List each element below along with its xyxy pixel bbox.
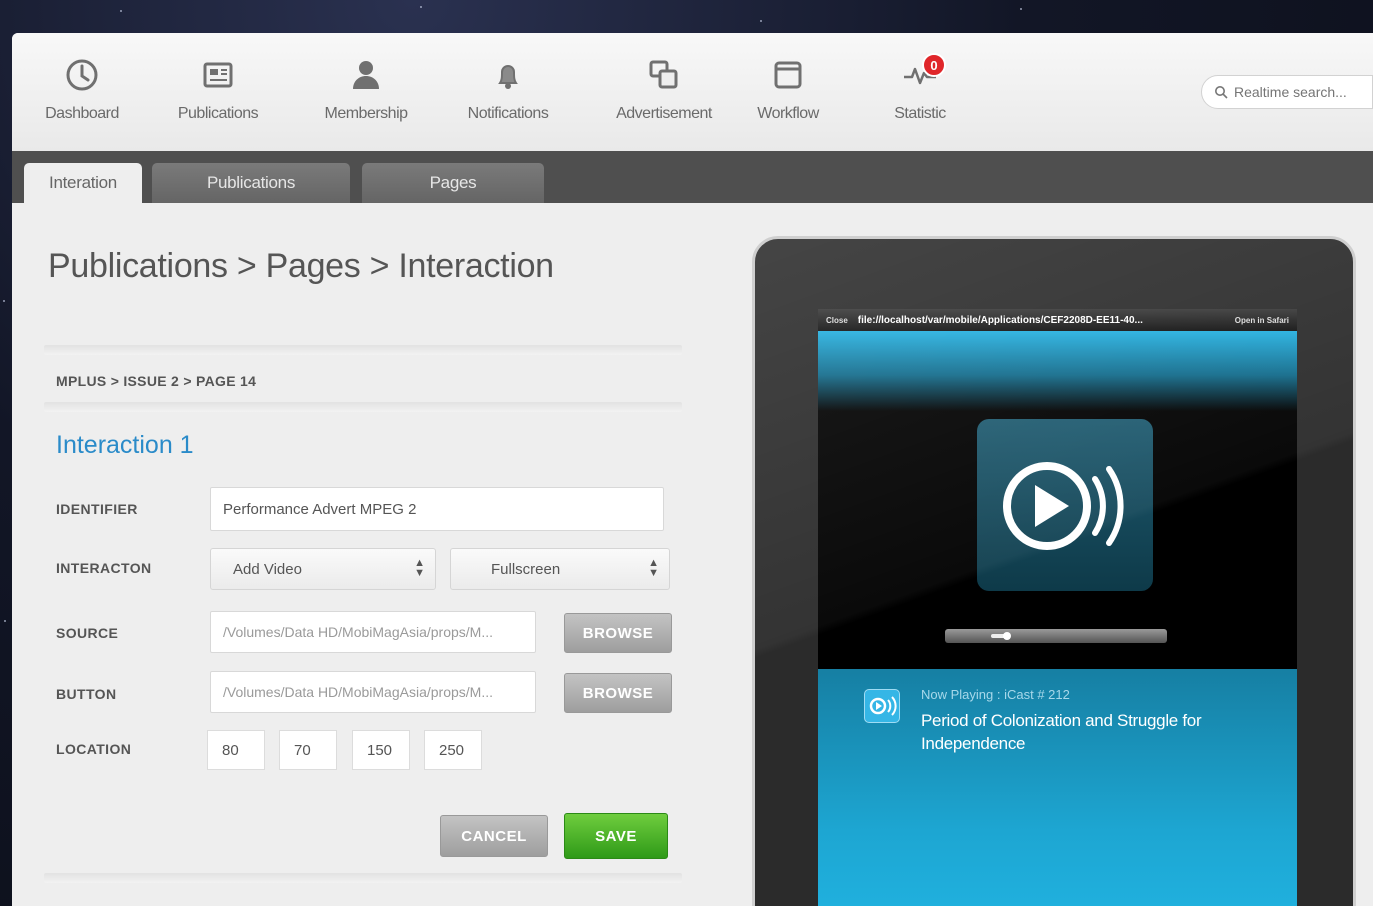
toolbar-item-workflow[interactable]: Workflow <box>746 55 830 123</box>
divider <box>44 873 682 883</box>
search-input[interactable] <box>1234 84 1364 100</box>
interaction-mode-value: Fullscreen <box>491 560 561 578</box>
cancel-button[interactable]: CANCEL <box>440 815 548 857</box>
tab-interation[interactable]: Interation <box>24 163 142 203</box>
divider <box>44 402 682 412</box>
location-label: LOCATION <box>56 741 132 757</box>
browser-url-bar: Close file://localhost/var/mobile/Applic… <box>818 309 1297 331</box>
toolbar-label: Workflow <box>757 105 819 122</box>
tab-publications[interactable]: Publications <box>152 163 350 203</box>
star <box>1020 8 1022 10</box>
audio-icon <box>864 689 900 723</box>
interaction-label: INTERACTON <box>56 560 152 576</box>
window-icon <box>768 55 808 95</box>
star <box>120 10 122 12</box>
toolbar-label: Advertisement <box>616 105 712 122</box>
url-text: file://localhost/var/mobile/Applications… <box>857 314 1143 326</box>
button-field[interactable]: /Volumes/Data HD/MobiMagAsia/props/M... <box>210 671 536 713</box>
toolbar-item-publications[interactable]: Publications <box>170 55 266 123</box>
now-playing-title: Period of Colonization and Struggle for … <box>921 711 1202 753</box>
app-window: Dashboard Publications Membership Notifi… <box>12 33 1373 906</box>
tab-pages[interactable]: Pages <box>362 163 544 203</box>
interaction-type-value: Add Video <box>233 560 302 578</box>
progress-handle[interactable] <box>1003 632 1011 640</box>
identifier-label: IDENTIFIER <box>56 501 138 517</box>
toolbar-label: Statistic <box>894 105 946 122</box>
video-progress-bar[interactable] <box>945 629 1167 643</box>
now-playing-panel: Now Playing : iCast # 212 Period of Colo… <box>818 669 1297 906</box>
search-box[interactable] <box>1201 75 1373 109</box>
clock-icon <box>62 55 102 95</box>
breadcrumb: MPLUS > ISSUE 2 > PAGE 14 <box>56 373 257 389</box>
windows-icon <box>644 55 684 95</box>
open-in-safari-button[interactable]: Open in Safari <box>1227 316 1297 325</box>
updown-arrow-icon: ▲ ▼ <box>648 557 659 579</box>
updown-arrow-icon: ▲ ▼ <box>414 557 425 579</box>
save-button[interactable]: SAVE <box>564 813 668 859</box>
tablet-screen: Close file://localhost/var/mobile/Applic… <box>818 309 1297 906</box>
toolbar-item-advertisement[interactable]: Advertisement <box>606 55 722 123</box>
source-label: SOURCE <box>56 625 119 641</box>
toolbar-item-statistic[interactable]: Statistic <box>880 55 960 123</box>
star <box>760 20 762 22</box>
toolbar-label: Publications <box>177 105 259 122</box>
toolbar-item-dashboard[interactable]: Dashboard <box>40 55 124 123</box>
user-icon <box>346 55 386 95</box>
identifier-field[interactable]: Performance Advert MPEG 2 <box>210 487 664 531</box>
toolbar-label: Notifications <box>467 105 549 122</box>
source-browse-button[interactable]: BROWSE <box>564 613 672 653</box>
play-audio-icon <box>1003 462 1124 550</box>
interaction-type-select[interactable]: Add Video ▲ ▼ <box>210 548 436 590</box>
toolbar-item-membership[interactable]: Membership <box>316 55 416 123</box>
play-button[interactable] <box>977 419 1153 591</box>
statistic-badge: 0 <box>922 53 946 77</box>
bell-icon <box>488 55 528 95</box>
tab-bar: Interation Publications Pages <box>12 151 1373 203</box>
star <box>3 300 5 302</box>
star <box>420 6 422 8</box>
toolbar-label: Dashboard <box>45 105 119 122</box>
divider <box>44 345 682 355</box>
button-browse-button[interactable]: BROWSE <box>564 673 672 713</box>
location-x-field[interactable]: 80 <box>207 730 265 770</box>
main-toolbar: Dashboard Publications Membership Notifi… <box>12 33 1373 152</box>
search-icon <box>1214 85 1228 99</box>
location-height-field[interactable]: 250 <box>424 730 482 770</box>
section-title: Interaction 1 <box>56 431 194 459</box>
source-field[interactable]: /Volumes/Data HD/MobiMagAsia/props/M... <box>210 611 536 653</box>
page-title: Publications > Pages > Interaction <box>48 247 554 285</box>
interaction-mode-select[interactable]: Fullscreen ▲ ▼ <box>450 548 670 590</box>
video-header <box>818 331 1297 411</box>
toolbar-label: Membership <box>324 105 408 122</box>
toolbar-item-notifications[interactable]: Notifications <box>458 55 558 123</box>
button-label: BUTTON <box>56 686 117 702</box>
location-y-field[interactable]: 70 <box>279 730 337 770</box>
now-playing-label: Now Playing : iCast # 212 <box>921 687 1070 702</box>
tablet-preview: Close file://localhost/var/mobile/Applic… <box>752 236 1356 906</box>
close-button[interactable]: Close <box>818 316 858 325</box>
location-width-field[interactable]: 150 <box>352 730 410 770</box>
newspaper-icon <box>198 55 238 95</box>
star <box>4 620 6 622</box>
